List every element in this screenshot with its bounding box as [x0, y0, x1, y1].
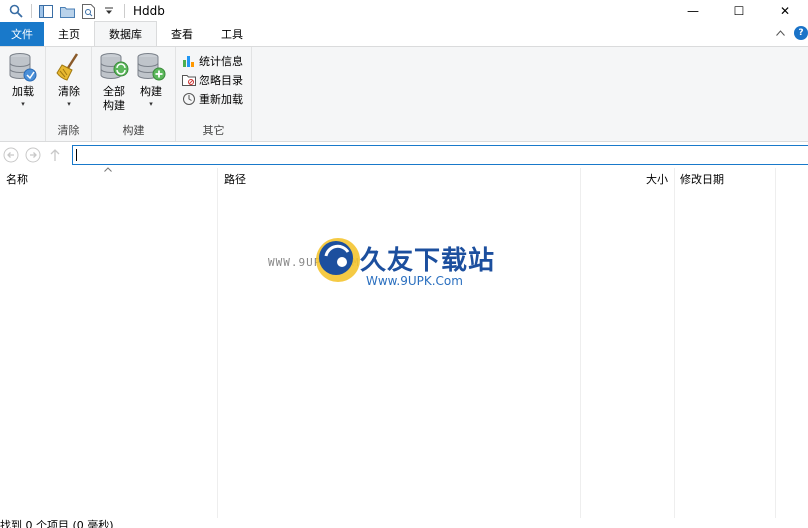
quick-access-toolbar: [0, 0, 131, 22]
build-all-button[interactable]: 全部 构建: [93, 51, 135, 113]
watermark-logo-icon: [316, 238, 360, 282]
load-caret: ▾: [21, 100, 25, 108]
load-button[interactable]: 加载 ▾: [2, 51, 44, 109]
group-clear: 清除 ▾ 清除: [46, 47, 92, 141]
reload-icon: [182, 92, 196, 106]
qat-separator: [124, 4, 125, 18]
column-size-label: 大小: [646, 173, 668, 186]
search-icon[interactable]: [8, 3, 24, 19]
tab-view[interactable]: 查看: [157, 22, 207, 46]
folder-icon[interactable]: [59, 3, 75, 19]
page-search-icon[interactable]: [80, 3, 96, 19]
address-bar: [0, 142, 808, 168]
build-button[interactable]: 构建 ▾: [130, 51, 172, 109]
column-name-label: 名称: [6, 173, 28, 186]
build-all-label-1: 全部: [103, 85, 125, 98]
tab-tools[interactable]: 工具: [207, 22, 257, 46]
broom-icon: [53, 51, 85, 83]
help-icon[interactable]: ?: [794, 26, 808, 40]
group-other: 统计信息 忽略目录 重新加载 其它: [176, 47, 252, 141]
tab-database[interactable]: 数据库: [94, 21, 157, 46]
ignore-dirs-label: 忽略目录: [199, 74, 243, 87]
database-load-icon: [7, 51, 39, 83]
window-controls: — ☐ ✕: [670, 0, 808, 22]
reload-label: 重新加载: [199, 93, 243, 106]
maximize-button[interactable]: ☐: [716, 0, 762, 22]
column-headers: 名称 路径 大小 修改日期: [0, 165, 808, 190]
watermark-url: Www.9UPK.Com: [366, 274, 463, 288]
address-input[interactable]: [72, 145, 808, 165]
group-load: 加载 ▾: [0, 47, 46, 141]
watermark: WWW.9UPK.COM 久友下载站 Www.9UPK.Com: [268, 232, 528, 302]
column-header-modified[interactable]: 修改日期: [674, 168, 776, 190]
column-path-label: 路径: [224, 173, 246, 186]
column-header-name[interactable]: 名称: [0, 165, 218, 190]
qat-dropdown-icon[interactable]: [101, 3, 117, 19]
watermark-title: 久友下载站: [360, 246, 496, 276]
up-icon[interactable]: [44, 144, 66, 166]
ribbon-tabs: 文件 主页 数据库 查看 工具 ?: [0, 21, 808, 46]
minimize-button[interactable]: —: [670, 0, 716, 22]
stats-button[interactable]: 统计信息: [182, 52, 243, 70]
build-caret: ▾: [149, 100, 153, 108]
tab-file[interactable]: 文件: [0, 22, 44, 46]
ribbon-collapse-icon[interactable]: [772, 25, 788, 41]
title-bar: Hddb — ☐ ✕: [0, 0, 808, 22]
ignore-dirs-button[interactable]: 忽略目录: [182, 71, 243, 89]
group-label-build: 构建: [122, 124, 145, 137]
clear-label: 清除: [58, 85, 80, 98]
column-header-size[interactable]: 大小: [580, 168, 674, 190]
build-label: 构建: [140, 85, 162, 98]
load-label: 加载: [12, 85, 34, 98]
column-divider: [674, 168, 675, 518]
clear-caret: ▾: [67, 100, 71, 108]
column-divider: [580, 168, 581, 518]
back-icon[interactable]: [0, 144, 22, 166]
group-label-other: 其它: [202, 124, 225, 137]
column-header-path[interactable]: 路径: [218, 168, 580, 190]
reload-button[interactable]: 重新加载: [182, 90, 243, 108]
group-label-clear: 清除: [57, 124, 80, 137]
status-bar: 找到 0 个项目 (0 毫秒): [0, 518, 808, 528]
bar-chart-icon: [182, 54, 196, 68]
window-layout-icon[interactable]: [38, 3, 54, 19]
database-refresh-icon: [98, 51, 130, 83]
tab-home[interactable]: 主页: [44, 22, 94, 46]
column-divider: [775, 168, 776, 518]
column-divider: [217, 168, 218, 518]
folder-ignore-icon: [182, 73, 196, 87]
qat-separator: [31, 4, 32, 18]
stats-label: 统计信息: [199, 55, 243, 68]
sort-ascending-icon: [104, 165, 112, 174]
status-text: 找到 0 个项目 (0 毫秒): [0, 519, 114, 528]
group-build: 全部 构建 构建 ▾ 构建: [92, 47, 176, 141]
database-add-icon: [135, 51, 167, 83]
close-button[interactable]: ✕: [762, 0, 808, 22]
text-caret: [76, 149, 77, 161]
ribbon-panel: 加载 ▾ 清除 ▾ 清除 全部 构建 构建 ▾ 构建 统计信息 忽略目录 重新加…: [0, 46, 808, 142]
window-title: Hddb: [133, 4, 165, 18]
column-modified-label: 修改日期: [680, 173, 724, 186]
build-all-label-2: 构建: [103, 99, 125, 112]
forward-icon[interactable]: [22, 144, 44, 166]
clear-button[interactable]: 清除 ▾: [48, 51, 90, 109]
